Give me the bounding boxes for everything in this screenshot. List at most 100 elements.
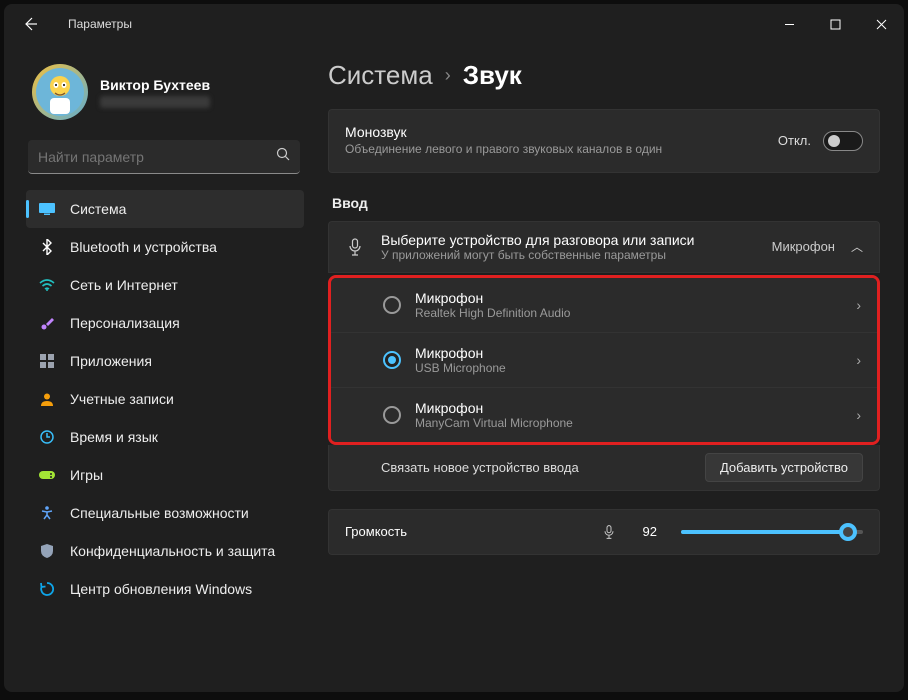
games-icon (38, 466, 56, 484)
profile-block[interactable]: Виктор Бухтеев (26, 54, 304, 136)
input-devices-block: Выберите устройство для разговора или за… (328, 221, 880, 491)
sidebar-item-shield[interactable]: Конфиденциальность и защита (26, 532, 304, 570)
sidebar-item-system[interactable]: Система (26, 190, 304, 228)
titlebar-left: Параметры (12, 6, 132, 42)
device-radio[interactable] (383, 296, 401, 314)
chevron-right-icon[interactable]: › (856, 352, 861, 368)
mono-control: Откл. (778, 131, 863, 151)
add-device-button[interactable]: Добавить устройство (705, 453, 863, 482)
mono-toggle[interactable] (823, 131, 863, 151)
volume-slider[interactable] (681, 530, 863, 534)
apps-icon (38, 352, 56, 370)
back-button[interactable] (12, 6, 48, 42)
shield-icon (38, 542, 56, 560)
device-text: МикрофонManyCam Virtual Microphone (415, 400, 842, 430)
avatar (32, 64, 88, 120)
volume-label: Громкость (345, 524, 585, 539)
chevron-right-icon[interactable]: › (856, 407, 861, 423)
profile-text: Виктор Бухтеев (100, 77, 210, 108)
brush-icon (38, 314, 56, 332)
sidebar-item-label: Персонализация (70, 315, 180, 331)
volume-card[interactable]: Громкость 92 (328, 509, 880, 555)
sidebar-item-label: Конфиденциальность и защита (70, 543, 275, 559)
close-button[interactable] (858, 4, 904, 44)
slider-thumb[interactable] (839, 523, 857, 541)
device-name: Микрофон (415, 345, 842, 361)
input-header-desc: У приложений могут быть собственные пара… (381, 248, 756, 262)
input-selected-label: Микрофон (772, 239, 835, 254)
profile-email-blurred (100, 96, 210, 108)
sidebar-item-account[interactable]: Учетные записи (26, 380, 304, 418)
device-row[interactable]: МикрофонRealtek High Definition Audio › (331, 278, 877, 332)
sidebar-item-update[interactable]: Центр обновления Windows (26, 570, 304, 608)
device-subtitle: USB Microphone (415, 361, 842, 375)
window-title: Параметры (68, 17, 132, 31)
sidebar-item-brush[interactable]: Персонализация (26, 304, 304, 342)
sidebar: Виктор Бухтеев Система Bluetooth и устрой… (4, 44, 314, 692)
sidebar-item-label: Время и язык (70, 429, 158, 445)
search-box[interactable] (28, 140, 300, 174)
titlebar: Параметры (4, 4, 904, 44)
input-header-title: Выберите устройство для разговора или за… (381, 232, 756, 248)
toggle-knob (828, 135, 840, 147)
content-area: Виктор Бухтеев Система Bluetooth и устрой… (4, 44, 904, 692)
chevron-right-icon: › (445, 65, 451, 86)
chevron-right-icon[interactable]: › (856, 297, 861, 313)
device-row[interactable]: МикрофонUSB Microphone › (331, 332, 877, 387)
breadcrumb-current: Звук (463, 60, 522, 91)
sidebar-item-bluetooth[interactable]: Bluetooth и устройства (26, 228, 304, 266)
sidebar-item-label: Приложения (70, 353, 152, 369)
mono-title: Монозвук (345, 124, 662, 140)
device-subtitle: ManyCam Virtual Microphone (415, 416, 842, 430)
device-row[interactable]: МикрофонManyCam Virtual Microphone › (331, 387, 877, 442)
input-section-label: Ввод (332, 195, 880, 211)
sidebar-item-label: Центр обновления Windows (70, 581, 252, 597)
input-header-text: Выберите устройство для разговора или за… (381, 232, 756, 262)
sidebar-item-games[interactable]: Игры (26, 456, 304, 494)
search-input[interactable] (38, 149, 238, 165)
sidebar-item-accessibility[interactable]: Специальные возможности (26, 494, 304, 532)
clock-icon (38, 428, 56, 446)
input-header-right: Микрофон ︿ (772, 238, 863, 255)
pair-device-row: Связать новое устройство ввода Добавить … (328, 445, 880, 491)
sidebar-item-label: Сеть и Интернет (70, 277, 178, 293)
device-radio[interactable] (383, 351, 401, 369)
device-text: МикрофонRealtek High Definition Audio (415, 290, 842, 320)
system-icon (38, 200, 56, 218)
input-header-row[interactable]: Выберите устройство для разговора или за… (328, 221, 880, 273)
maximize-button[interactable] (812, 4, 858, 44)
mono-desc: Объединение левого и правого звуковых ка… (345, 142, 662, 158)
device-subtitle: Realtek High Definition Audio (415, 306, 842, 320)
settings-window: Параметры Виктор Бухтеев Систе (4, 4, 904, 692)
sidebar-item-clock[interactable]: Время и язык (26, 418, 304, 456)
minimize-button[interactable] (766, 4, 812, 44)
sidebar-item-label: Специальные возможности (70, 505, 249, 521)
mono-audio-card[interactable]: Монозвук Объединение левого и правого зв… (328, 109, 880, 173)
device-list-highlight: МикрофонRealtek High Definition Audio›Ми… (328, 275, 880, 445)
main-panel: Система › Звук Монозвук Объединение лево… (314, 44, 904, 692)
profile-name: Виктор Бухтеев (100, 77, 210, 93)
chevron-up-icon[interactable]: ︿ (851, 238, 863, 255)
account-icon (38, 390, 56, 408)
sidebar-item-label: Система (70, 201, 126, 217)
sidebar-item-label: Учетные записи (70, 391, 174, 407)
sidebar-item-apps[interactable]: Приложения (26, 342, 304, 380)
bluetooth-icon (38, 238, 56, 256)
microphone-icon (601, 524, 617, 540)
breadcrumb-parent[interactable]: Система (328, 60, 433, 91)
accessibility-icon (38, 504, 56, 522)
breadcrumb: Система › Звук (328, 60, 880, 91)
device-text: МикрофонUSB Microphone (415, 345, 842, 375)
microphone-icon (345, 237, 365, 257)
update-icon (38, 580, 56, 598)
mono-text: Монозвук Объединение левого и правого зв… (345, 124, 662, 158)
window-controls (766, 4, 904, 44)
sidebar-item-label: Bluetooth и устройства (70, 239, 217, 255)
sidebar-item-wifi[interactable]: Сеть и Интернет (26, 266, 304, 304)
slider-fill (681, 530, 848, 534)
wifi-icon (38, 276, 56, 294)
volume-value: 92 (633, 524, 657, 539)
search-icon (276, 147, 290, 166)
toggle-state-label: Откл. (778, 133, 811, 148)
device-radio[interactable] (383, 406, 401, 424)
